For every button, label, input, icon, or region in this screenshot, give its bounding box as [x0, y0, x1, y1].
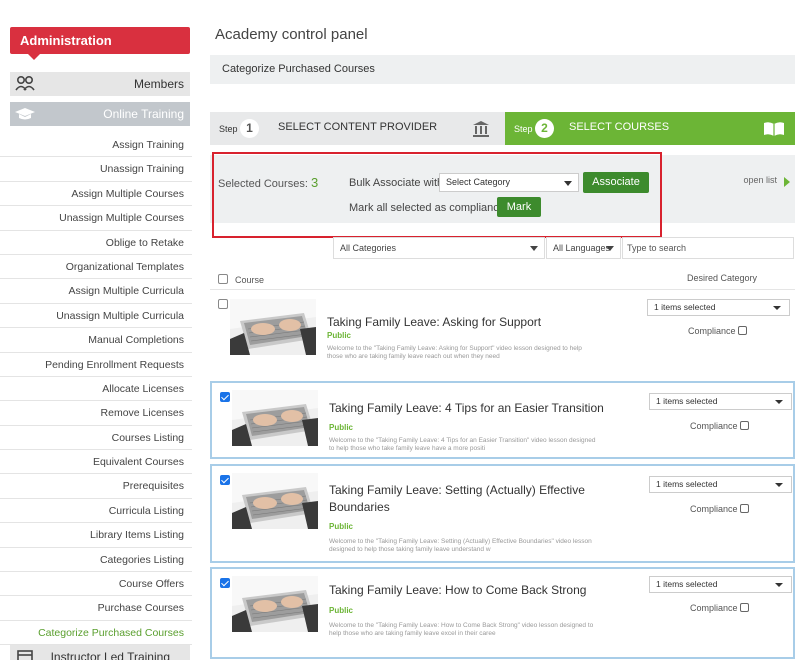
course-row[interactable]: Taking Family Leave: Asking for Support P…	[210, 292, 795, 372]
sidebar-item-library-items-listing[interactable]: Library Items Listing	[0, 523, 192, 548]
column-desired-category: Desired Category	[687, 273, 758, 283]
column-course: Course	[235, 275, 265, 285]
course-row[interactable]: Taking Family Leave: Setting (Actually) …	[210, 464, 795, 563]
arrow-right-icon[interactable]	[784, 177, 790, 187]
course-row[interactable]: Taking Family Leave: How to Come Back St…	[210, 567, 795, 659]
course-thumbnail	[232, 473, 318, 529]
course-description: Welcome to the "Taking Family Leave: How…	[329, 622, 594, 637]
sidebar-item-instructor-led-training[interactable]: Instructor Led Training	[10, 645, 190, 660]
course-checkbox[interactable]	[220, 475, 230, 485]
page-title: Academy control panel	[215, 26, 368, 43]
category-multiselect[interactable]: 1 items selected	[649, 393, 792, 410]
compliance-checkbox[interactable]	[739, 504, 749, 513]
administration-header[interactable]: Administration	[10, 27, 190, 60]
course-title[interactable]: Taking Family Leave: Setting (Actually) …	[329, 482, 609, 516]
sidebar-item-unassign-multiple-curricula[interactable]: Unassign Multiple Curricula	[0, 304, 192, 329]
sidebar-item-online-training[interactable]: Online Training	[10, 102, 190, 126]
compliance-toggle[interactable]: Compliance	[690, 421, 749, 431]
compliance-label: Compliance	[690, 603, 738, 613]
sidebar-item-assign-multiple-curricula[interactable]: Assign Multiple Curricula	[0, 279, 192, 304]
sidebar-item-assign-training[interactable]: Assign Training	[0, 133, 192, 158]
online-training-submenu: Assign Training Unassign Training Assign M…	[0, 133, 192, 646]
bank-icon	[473, 121, 489, 137]
book-icon	[764, 122, 784, 136]
select-all-checkbox[interactable]	[218, 274, 228, 284]
calendar-icon	[17, 650, 33, 660]
category-multiselect[interactable]: 1 items selected	[649, 476, 792, 493]
sidebar-item-label: Members	[133, 77, 184, 91]
sidebar-item-manual-completions[interactable]: Manual Completions	[0, 328, 192, 353]
compliance-toggle[interactable]: Compliance	[690, 504, 749, 514]
course-thumbnail	[232, 576, 318, 632]
step-label: Step	[514, 124, 533, 134]
course-checkbox[interactable]	[220, 578, 230, 588]
sidebar-item-remove-licenses[interactable]: Remove Licenses	[0, 401, 192, 426]
course-title[interactable]: Taking Family Leave: How to Come Back St…	[329, 582, 609, 599]
sidebar-item-pending-enrollment-requests[interactable]: Pending Enrollment Requests	[0, 353, 192, 377]
course-checkbox[interactable]	[218, 299, 228, 309]
sidebar-item-courses-listing[interactable]: Courses Listing	[0, 426, 192, 451]
sidebar: Administration Members Online Training A…	[0, 0, 200, 660]
category-filter[interactable]: All Categories	[333, 237, 545, 259]
sidebar-item-label: Online Training	[103, 107, 184, 121]
step-2-select-courses[interactable]: Step 2 SELECT COURSES	[505, 112, 795, 145]
course-title[interactable]: Taking Family Leave: Asking for Support	[327, 314, 607, 331]
step-number: 1	[240, 119, 259, 138]
sidebar-item-unassign-training[interactable]: Unassign Training	[0, 157, 192, 182]
visibility-badge: Public	[329, 606, 354, 615]
step-title: SELECT COURSES	[569, 121, 670, 133]
compliance-label: Compliance	[688, 326, 736, 336]
sidebar-item-prerequisites[interactable]: Prerequisites	[0, 474, 192, 499]
course-description: Welcome to the "Taking Family Leave: 4 T…	[329, 437, 596, 452]
breadcrumb: Categorize Purchased Courses	[210, 55, 795, 84]
step-label: Step	[219, 124, 238, 134]
sidebar-item-members[interactable]: Members	[10, 72, 190, 96]
course-description: Welcome to the "Taking Family Leave: Set…	[329, 538, 592, 553]
compliance-checkbox[interactable]	[739, 603, 749, 612]
sidebar-item-categories-listing[interactable]: Categories Listing	[0, 548, 192, 573]
category-multiselect[interactable]: 1 items selected	[649, 576, 792, 593]
course-thumbnail	[232, 390, 318, 446]
course-title[interactable]: Taking Family Leave: 4 Tips for an Easie…	[329, 400, 609, 417]
highlight-box	[212, 152, 662, 238]
sidebar-item-curricula-listing[interactable]: Curricula Listing	[0, 499, 192, 524]
sidebar-item-organizational-templates[interactable]: Organizational Templates	[0, 255, 192, 280]
step-title: SELECT CONTENT PROVIDER	[278, 121, 438, 133]
category-multiselect[interactable]: 1 items selected	[647, 299, 790, 316]
filter-bar: All Categories All Languages Type to sea…	[210, 237, 795, 261]
language-filter[interactable]: All Languages	[546, 237, 621, 259]
search-input[interactable]: Type to search	[622, 237, 794, 259]
open-list-link[interactable]: open list	[743, 175, 777, 185]
step-wizard: Step 1 SELECT CONTENT PROVIDER Step 2 SE…	[210, 112, 795, 145]
visibility-badge: Public	[329, 522, 354, 531]
graduation-cap-icon	[15, 108, 35, 120]
course-description: Welcome to the "Taking Family Leave: Ask…	[327, 345, 582, 360]
members-icon	[15, 75, 35, 91]
sidebar-item-course-offers[interactable]: Course Offers	[0, 572, 192, 597]
compliance-checkbox[interactable]	[737, 326, 747, 335]
step-1-select-content-provider[interactable]: Step 1 SELECT CONTENT PROVIDER	[210, 112, 505, 145]
course-row[interactable]: Taking Family Leave: 4 Tips for an Easie…	[210, 381, 795, 459]
visibility-badge: Public	[327, 331, 352, 340]
compliance-toggle[interactable]: Compliance	[688, 326, 747, 336]
course-thumbnail	[230, 299, 316, 355]
sidebar-item-label: Instructor Led Training	[50, 650, 170, 660]
compliance-label: Compliance	[690, 504, 738, 514]
compliance-checkbox[interactable]	[739, 421, 749, 430]
main-content: Academy control panel Categorize Purchas…	[210, 0, 795, 660]
sidebar-item-oblige-to-retake[interactable]: Oblige to Retake	[0, 231, 192, 255]
step-number: 2	[535, 119, 554, 138]
course-checkbox[interactable]	[220, 392, 230, 402]
sidebar-item-categorize-purchased-courses[interactable]: Categorize Purchased Courses	[0, 621, 192, 646]
compliance-label: Compliance	[690, 421, 738, 431]
sidebar-item-equivalent-courses[interactable]: Equivalent Courses	[0, 450, 192, 475]
table-header: Course Desired Category	[210, 268, 795, 290]
sidebar-item-purchase-courses[interactable]: Purchase Courses	[0, 596, 192, 621]
compliance-toggle[interactable]: Compliance	[690, 603, 749, 613]
sidebar-item-allocate-licenses[interactable]: Allocate Licenses	[0, 377, 192, 402]
visibility-badge: Public	[329, 423, 354, 432]
sidebar-item-assign-multiple-courses[interactable]: Assign Multiple Courses	[0, 182, 192, 207]
sidebar-item-unassign-multiple-courses[interactable]: Unassign Multiple Courses	[0, 206, 192, 231]
